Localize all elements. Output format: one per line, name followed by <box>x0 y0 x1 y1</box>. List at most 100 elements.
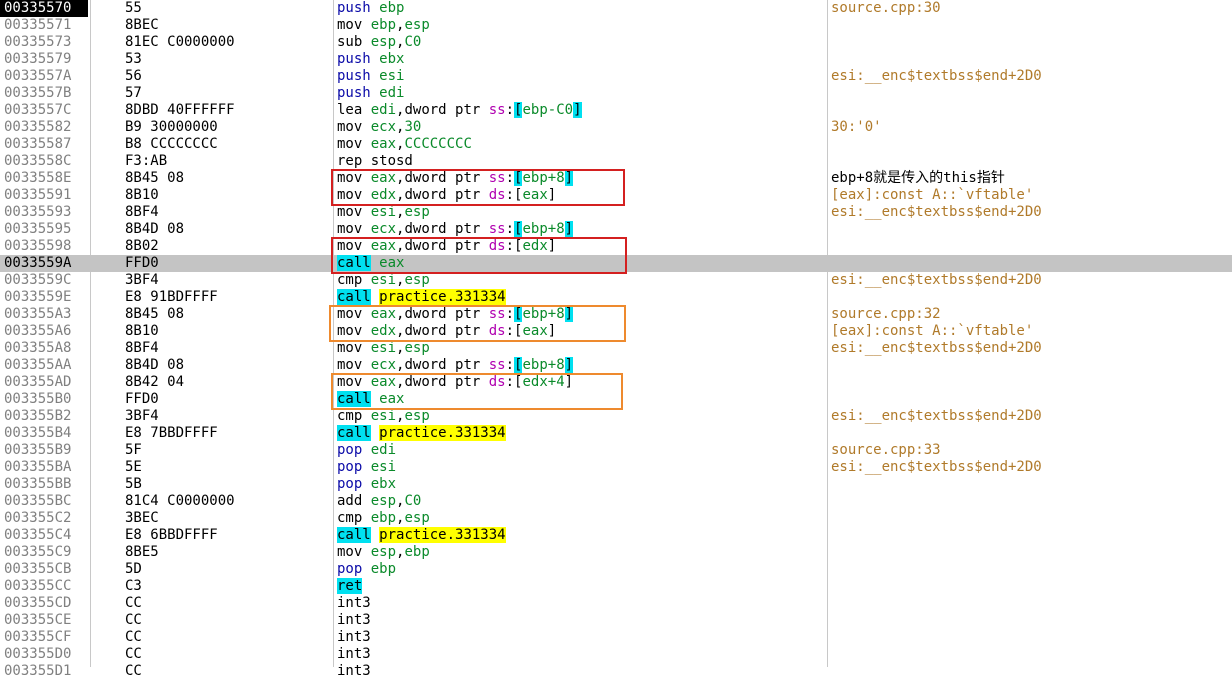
disassembly-cell[interactable]: mov eax,CCCCCCCC <box>337 136 472 153</box>
address-cell[interactable]: 003355BA <box>4 459 71 476</box>
disassembly-cell[interactable]: pop esi <box>337 459 396 476</box>
address-cell[interactable]: 003355AD <box>4 374 71 391</box>
disasm-row[interactable]: 003355A8 8BF4 mov esi,esp esi:__enc$textbss… <box>0 340 1232 357</box>
address-cell[interactable]: 00335591 <box>4 187 71 204</box>
address-cell[interactable]: 003355BC <box>4 493 71 510</box>
disassembly-cell[interactable]: sub esp,C0 <box>337 34 421 51</box>
disasm-row[interactable]: 00335593 8BF4 mov esi,esp esi:__enc$textbss… <box>0 204 1232 221</box>
address-cell[interactable]: 00335579 <box>4 51 71 68</box>
disasm-row[interactable]: 003355B0 FFD0 call eax <box>0 391 1232 408</box>
disassembly-cell[interactable]: cmp esi,esp <box>337 272 430 289</box>
address-cell[interactable]: 003355CB <box>4 561 71 578</box>
address-cell[interactable]: 003355C9 <box>4 544 71 561</box>
disassembly-cell[interactable]: mov eax,dword ptr ds:[edx] <box>337 238 556 255</box>
disassembly-cell[interactable]: call practice.331334 <box>337 527 506 544</box>
address-cell[interactable]: 00335573 <box>4 34 71 51</box>
disasm-row[interactable]: 003355AA 8B4D 08 mov ecx,dword ptr ss:[ebp… <box>0 357 1232 374</box>
disasm-row[interactable]: 003355CD CC int3 <box>0 595 1232 612</box>
disassembly-cell[interactable]: mov esi,esp <box>337 340 430 357</box>
address-cell[interactable]: 0033557B <box>4 85 71 102</box>
disassembly-cell[interactable]: mov eax,dword ptr ss:[ebp+8] <box>337 306 574 323</box>
address-cell[interactable]: 003355CF <box>4 629 71 646</box>
disassembly-cell[interactable]: mov eax,dword ptr ds:[edx+4] <box>337 374 573 391</box>
address-cell[interactable]: 00335598 <box>4 238 71 255</box>
disassembly-cell[interactable]: pop edi <box>337 442 396 459</box>
disassembly-cell[interactable]: mov esi,esp <box>337 204 430 221</box>
disasm-row[interactable]: 0033557C 8DBD 40FFFFFF lea edi,dword ptr s… <box>0 102 1232 119</box>
disassembly-cell[interactable]: push ebp <box>337 0 404 17</box>
disasm-row[interactable]: 003355C4 E8 6BBDFFFF call practice.331334 <box>0 527 1232 544</box>
disassembly-cell[interactable]: int3 <box>337 629 371 646</box>
disassembly-cell[interactable]: cmp esi,esp <box>337 408 430 425</box>
address-cell[interactable]: 003355CD <box>4 595 71 612</box>
disassembly-cell[interactable]: pop ebp <box>337 561 396 578</box>
address-cell[interactable]: 00335587 <box>4 136 71 153</box>
disasm-row[interactable]: 003355CC C3 ret <box>0 578 1232 595</box>
address-cell[interactable]: 00335582 <box>4 119 71 136</box>
address-cell[interactable]: 00335571 <box>4 17 71 34</box>
address-cell[interactable]: 00335595 <box>4 221 71 238</box>
disassembly-cell[interactable]: int3 <box>337 612 371 629</box>
disasm-row[interactable]: 003355AD 8B42 04 mov eax,dword ptr ds:[edx… <box>0 374 1232 391</box>
disassembly-cell[interactable]: rep stosd <box>337 153 413 170</box>
disasm-row[interactable]: 003355BB 5B pop ebx <box>0 476 1232 493</box>
address-cell[interactable]: 003355A8 <box>4 340 71 357</box>
address-cell[interactable]: 003355C2 <box>4 510 71 527</box>
disasm-row[interactable]: 0033557A 56 push esi esi:__enc$textbss$end+… <box>0 68 1232 85</box>
address-cell[interactable]: 003355C4 <box>4 527 71 544</box>
address-cell[interactable]: 003355A3 <box>4 306 71 323</box>
disassembly-cell[interactable]: mov ecx,30 <box>337 119 421 136</box>
address-cell[interactable]: 003355A6 <box>4 323 71 340</box>
disasm-row[interactable]: 003355BA 5E pop esi esi:__enc$textbss$end+2… <box>0 459 1232 476</box>
disasm-row[interactable]: 0033558E 8B45 08 mov eax,dword ptr ss:[ebp… <box>0 170 1232 187</box>
disassembly-cell[interactable]: lea edi,dword ptr ss:[ebp-C0] <box>337 102 582 119</box>
address-cell[interactable]: 003355B2 <box>4 408 71 425</box>
disasm-row[interactable]: 003355D1 CC int3 <box>0 663 1232 680</box>
disasm-row[interactable]: 0033559C 3BF4 cmp esi,esp esi:__enc$textbss… <box>0 272 1232 289</box>
disasm-row[interactable]: 003355CB 5D pop ebp <box>0 561 1232 578</box>
disassembly-cell[interactable]: pop ebx <box>337 476 396 493</box>
address-cell[interactable]: 0033557A <box>4 68 71 85</box>
address-cell[interactable]: 0033558E <box>4 170 71 187</box>
disasm-row[interactable]: 00335587 B8 CCCCCCCC mov eax,CCCCCCCC <box>0 136 1232 153</box>
disasm-row[interactable]: 00335571 8BEC mov ebp,esp <box>0 17 1232 34</box>
address-cell[interactable]: 003355D1 <box>4 663 71 680</box>
disasm-row[interactable]: 003355D0 CC int3 <box>0 646 1232 663</box>
disassembly-cell[interactable]: mov ecx,dword ptr ss:[ebp+8] <box>337 357 574 374</box>
address-cell[interactable]: 0033559C <box>4 272 71 289</box>
address-cell[interactable]: 003355CE <box>4 612 71 629</box>
disassembly-cell[interactable]: push edi <box>337 85 404 102</box>
disassembly-cell[interactable]: mov edx,dword ptr ds:[eax] <box>337 323 556 340</box>
address-cell[interactable]: 003355B9 <box>4 442 71 459</box>
disassembly-cell[interactable]: push esi <box>337 68 404 85</box>
disassembly-cell[interactable]: call practice.331334 <box>337 425 506 442</box>
address-cell[interactable]: 003355AA <box>4 357 71 374</box>
disassembly-cell[interactable]: mov esp,ebp <box>337 544 430 561</box>
disassembly-cell[interactable]: int3 <box>337 663 371 680</box>
disassembly-cell[interactable]: mov edx,dword ptr ds:[eax] <box>337 187 556 204</box>
disasm-row[interactable]: 0033559E E8 91BDFFFF call practice.331334 <box>0 289 1232 306</box>
disasm-row[interactable]: 00335598 8B02 mov eax,dword ptr ds:[edx] <box>0 238 1232 255</box>
disassembly-cell[interactable]: int3 <box>337 595 371 612</box>
disasm-row[interactable]: 003355A6 8B10 mov edx,dword ptr ds:[eax] [e… <box>0 323 1232 340</box>
disassembly-cell[interactable]: mov eax,dword ptr ss:[ebp+8] <box>337 170 574 187</box>
disasm-row[interactable]: 00335579 53 push ebx <box>0 51 1232 68</box>
disasm-row[interactable]: 00335582 B9 30000000 mov ecx,30 30:'0' <box>0 119 1232 136</box>
disassembly-cell[interactable]: mov ecx,dword ptr ss:[ebp+8] <box>337 221 574 238</box>
address-cell[interactable]: 0033559E <box>4 289 71 306</box>
disassembly-cell[interactable]: call eax <box>337 391 404 408</box>
disasm-row[interactable]: 003355B2 3BF4 cmp esi,esp esi:__enc$textbss… <box>0 408 1232 425</box>
address-cell[interactable]: 003355CC <box>4 578 71 595</box>
disasm-row[interactable]: 003355C9 8BE5 mov esp,ebp <box>0 544 1232 561</box>
disassembly-view[interactable]: 00335570 55 push ebp source.cpp:30 00335571 8… <box>0 0 1232 679</box>
disassembly-cell[interactable]: ret <box>337 578 363 595</box>
disassembly-cell[interactable]: int3 <box>337 646 371 663</box>
disasm-row[interactable]: 0033559A FFD0 call eax <box>0 255 1232 272</box>
disassembly-cell[interactable]: push ebx <box>337 51 404 68</box>
disasm-row[interactable]: 003355CF CC int3 <box>0 629 1232 646</box>
disasm-row[interactable]: 003355A3 8B45 08 mov eax,dword ptr ss:[ebp… <box>0 306 1232 323</box>
address-cell[interactable]: 0033557C <box>4 102 71 119</box>
address-cell[interactable]: 00335593 <box>4 204 71 221</box>
disasm-row[interactable]: 00335591 8B10 mov edx,dword ptr ds:[eax] [e… <box>0 187 1232 204</box>
disasm-row[interactable]: 003355CE CC int3 <box>0 612 1232 629</box>
